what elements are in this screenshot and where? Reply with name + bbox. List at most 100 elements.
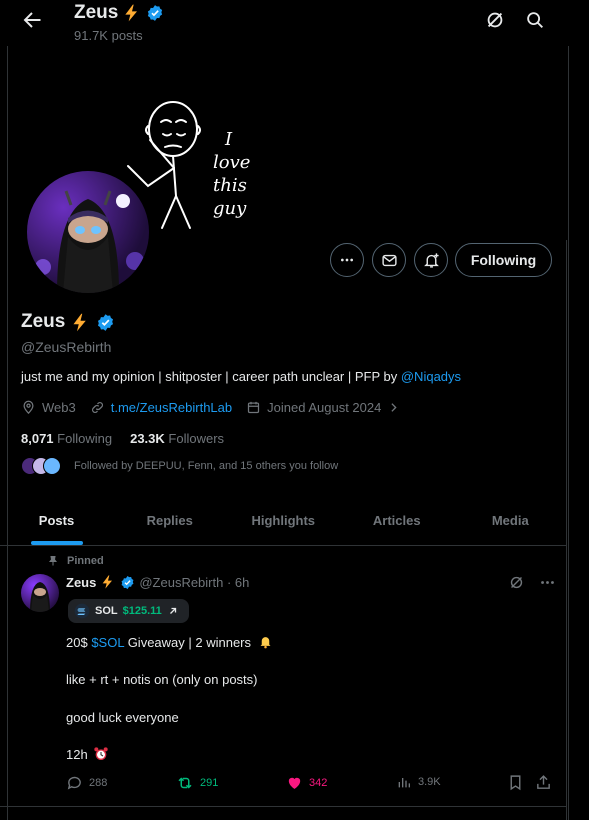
share-action[interactable] xyxy=(535,774,552,791)
following-button[interactable]: Following xyxy=(455,243,552,277)
tab-posts[interactable]: Posts xyxy=(0,496,113,545)
notification-add-icon xyxy=(423,252,439,268)
views-action[interactable]: 3.9K xyxy=(396,774,441,790)
profile-link[interactable]: t.me/ZeusRebirthLab xyxy=(111,400,232,415)
search-icon[interactable] xyxy=(524,9,546,31)
chevron-right-icon[interactable] xyxy=(387,401,400,414)
banner-handwriting: I love this guy xyxy=(213,128,250,220)
lightning-icon xyxy=(103,575,113,589)
banner-text-line: I xyxy=(225,129,233,150)
tab-media[interactable]: Media xyxy=(454,496,568,545)
solana-icon xyxy=(74,603,90,619)
calendar-icon xyxy=(248,401,260,414)
followers-stat[interactable]: 23.3K Followers xyxy=(130,431,224,446)
more-icon xyxy=(341,258,353,262)
profile-bio: just me and my opinion | shitposter | ca… xyxy=(21,369,461,384)
post-line1-suffix: Giveaway | 2 winners xyxy=(124,635,252,650)
reply-count: 288 xyxy=(89,776,108,789)
post-line1-prefix: 20$ xyxy=(66,635,92,650)
banner-text-line: love xyxy=(213,152,251,173)
profile-avatar[interactable] xyxy=(24,168,152,296)
following-label: Following xyxy=(57,431,113,446)
followed-by-row[interactable]: Followed by DEEPUU, Fenn, and 15 others … xyxy=(21,457,338,475)
sol-price-chip[interactable]: SOL $125.11 xyxy=(68,599,189,623)
profile-handle: @ZeusRebirth xyxy=(21,339,112,355)
follower-avatars xyxy=(21,457,61,475)
location-icon xyxy=(23,400,34,414)
header-posts-count: 91.7K posts xyxy=(74,28,143,43)
tab-highlights[interactable]: Highlights xyxy=(227,496,341,545)
like-action[interactable]: 342 xyxy=(286,774,327,791)
lightning-icon xyxy=(73,313,87,331)
share-icon xyxy=(537,775,550,789)
post-text-line: 20$ $SOL Giveaway | 2 winners xyxy=(66,634,273,650)
verified-icon xyxy=(121,575,134,589)
chip-price: $125.11 xyxy=(122,605,162,617)
banner-text-line: this xyxy=(213,175,247,196)
followed-by-text: Followed by DEEPUU, Fenn, and 15 others … xyxy=(74,460,339,472)
header-title: Zeus xyxy=(74,2,164,24)
profile-location: Web3 xyxy=(42,400,76,415)
more-options-button[interactable] xyxy=(330,243,364,277)
profile-meta: Web3 t.me/ZeusRebirthLab Joined August 2… xyxy=(21,400,400,415)
profile-name: Zeus xyxy=(21,311,66,332)
more-icon[interactable] xyxy=(539,574,556,591)
alarm-clock-icon xyxy=(94,747,108,760)
post-handle-time[interactable]: @ZeusRebirth · 6h xyxy=(139,575,249,590)
chip-symbol: SOL xyxy=(95,605,118,617)
verified-icon[interactable] xyxy=(96,313,115,332)
post-author-name[interactable]: Zeus xyxy=(66,575,96,590)
profile-joined: Joined August 2024 xyxy=(267,400,382,415)
tab-articles[interactable]: Articles xyxy=(340,496,454,545)
pin-icon xyxy=(49,556,57,566)
views-icon xyxy=(398,778,410,788)
post-header-actions xyxy=(508,574,556,591)
avatar xyxy=(43,457,61,475)
header-name: Zeus xyxy=(74,2,119,23)
followers-label: Followers xyxy=(168,431,225,446)
bio-mention-link[interactable]: @Niqadys xyxy=(401,369,461,384)
link-icon xyxy=(91,402,103,413)
lightning-icon xyxy=(125,4,138,22)
repost-action[interactable]: 291 xyxy=(176,774,218,792)
post-avatar-image xyxy=(30,582,50,612)
bookmark-action[interactable] xyxy=(507,774,524,791)
profile-stats: 8,071 Following 23.3K Followers xyxy=(21,431,224,446)
repost-count: 291 xyxy=(200,777,219,789)
bio-text: just me and my opinion | shitposter | ca… xyxy=(21,369,401,384)
post-divider xyxy=(0,806,567,807)
like-count: 342 xyxy=(309,776,328,789)
bookmark-icon xyxy=(510,775,521,791)
top-bar: Zeus 91.7K posts xyxy=(0,0,567,46)
post-actions: 288 291 342 3.9K xyxy=(66,774,556,794)
post-header: Zeus @ZeusRebirth · 6h xyxy=(66,574,249,590)
reply-icon xyxy=(67,776,81,790)
following-stat[interactable]: 8,071 Following xyxy=(21,431,112,446)
tab-replies[interactable]: Replies xyxy=(113,496,227,545)
avatar-image xyxy=(35,190,144,293)
post-line4-row: 12h xyxy=(66,746,109,762)
pinned-label: Pinned xyxy=(67,555,104,567)
like-icon xyxy=(288,777,301,789)
back-arrow-icon[interactable] xyxy=(20,8,44,32)
repost-icon xyxy=(178,777,192,789)
banner-text-line: guy xyxy=(213,198,247,219)
grok-icon[interactable] xyxy=(508,574,525,591)
cashtag-link[interactable]: $SOL xyxy=(91,635,124,650)
followers-count: 23.3K xyxy=(130,431,165,446)
right-sidebar-edge xyxy=(568,46,589,820)
message-button[interactable] xyxy=(372,243,406,277)
profile-tabs: Posts Replies Highlights Articles Media xyxy=(0,496,567,546)
reply-action[interactable]: 288 xyxy=(66,774,107,791)
post-line2: like + rt + notis on (only on posts) xyxy=(66,672,258,687)
verified-icon xyxy=(148,5,163,21)
post-avatar[interactable] xyxy=(21,574,59,612)
profile-name-row: Zeus xyxy=(21,311,115,333)
message-icon xyxy=(381,254,397,266)
notifications-button[interactable] xyxy=(414,243,448,277)
post-line3: good luck everyone xyxy=(66,710,179,725)
grok-icon[interactable] xyxy=(484,9,506,31)
following-count: 8,071 xyxy=(21,431,54,446)
pinned-label-row: Pinned xyxy=(47,555,104,567)
views-count: 3.9K xyxy=(418,776,441,788)
